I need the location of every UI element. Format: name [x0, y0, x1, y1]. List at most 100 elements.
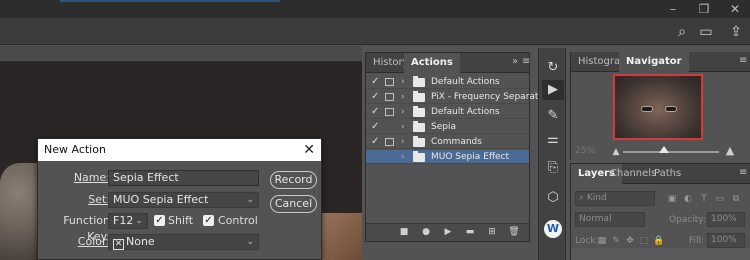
panel-menu-icon[interactable]: ≡	[522, 56, 530, 67]
close-icon[interactable]: ✕	[724, 2, 746, 16]
filter-adjustment-icon[interactable]: ◐	[683, 194, 693, 204]
dialog-toggle-icon[interactable]	[385, 93, 394, 101]
restore-icon[interactable]: ❐	[693, 2, 715, 16]
w-plugin-icon[interactable]: W	[544, 220, 562, 238]
folder-icon	[413, 106, 425, 117]
no-color-icon: ✕	[113, 239, 124, 250]
brush-settings-icon[interactable]: ✎	[542, 106, 564, 126]
share-icon[interactable]: ⇪	[727, 23, 745, 41]
action-set-row[interactable]: ✓ › Default Actions	[366, 75, 529, 89]
action-set-row[interactable]: › MUO Sepia Effect	[366, 150, 529, 164]
folder-icon	[413, 136, 425, 147]
color-select[interactable]: ✕ None ⌄	[108, 234, 259, 250]
search-icon[interactable]: ⌕	[673, 23, 691, 41]
toggle-item-check-icon[interactable]: ✓	[371, 105, 379, 119]
color-label: Color:	[77, 235, 110, 248]
thumbnail-eye-left	[641, 106, 653, 112]
action-set-name: Default Actions	[431, 107, 500, 117]
filter-smart-icon[interactable]: ⧉	[731, 194, 741, 204]
toggle-item-check-icon[interactable]: ✓	[371, 120, 379, 134]
control-checkbox[interactable]: ✓	[203, 215, 214, 226]
dialog-titlebar: New Action ✕	[38, 139, 321, 161]
panel-menu-icon[interactable]: ≡	[739, 167, 747, 178]
actions-footer: ■ ● ▶ ▬ ⊞ 🗑	[366, 223, 529, 241]
fill-input[interactable]: 100%	[707, 233, 745, 248]
action-set-row[interactable]: ✓ › Default Actions	[366, 105, 529, 119]
history-brush-icon[interactable]: ↻	[542, 58, 564, 78]
expand-chevron-icon[interactable]: ›	[401, 90, 405, 104]
folder-icon	[413, 76, 425, 87]
toggle-item-check-icon[interactable]: ✓	[371, 90, 379, 104]
opacity-input[interactable]: 100%	[707, 212, 745, 227]
navigator-thumbnail[interactable]	[613, 74, 703, 140]
expand-chevron-icon[interactable]: ›	[401, 150, 405, 164]
zoom-in-icon[interactable]: ▲	[725, 145, 735, 156]
filter-shape-icon[interactable]: ▭	[715, 194, 725, 204]
play-icon[interactable]: ▶	[542, 80, 564, 100]
clone-source-icon[interactable]: ⎘	[542, 158, 564, 178]
stop-icon[interactable]: ■	[398, 226, 410, 238]
blend-mode-select[interactable]: Normal	[575, 212, 645, 227]
toggle-item-check-icon[interactable]: ✓	[371, 135, 379, 149]
dialog-toggle-icon[interactable]	[385, 138, 394, 146]
lock-position-icon[interactable]: ✥	[625, 236, 635, 246]
collapse-icon[interactable]: »	[512, 56, 518, 67]
action-set-name: Sepia	[431, 122, 456, 132]
layer-row[interactable]	[571, 248, 750, 260]
record-icon[interactable]: ●	[420, 226, 432, 238]
new-set-icon[interactable]: ▬	[464, 226, 476, 238]
toggle-item-check-icon[interactable]: ✓	[371, 75, 379, 89]
folder-icon	[413, 121, 425, 132]
delete-icon[interactable]: 🗑	[508, 226, 520, 238]
panel-menu-icon[interactable]: ≡	[739, 55, 747, 66]
navigator-panel: Histogram Navigator ≡ 25% ▲ ▲	[570, 52, 750, 160]
dialog-close-icon[interactable]: ✕	[303, 139, 315, 161]
tab-actions[interactable]: Actions	[404, 53, 460, 73]
adjustments-icon[interactable]: ⚌	[542, 130, 564, 150]
filter-pixel-icon[interactable]: ▣	[667, 194, 677, 204]
lock-artboard-icon[interactable]: ⬚	[639, 236, 649, 246]
set-select-value: MUO Sepia Effect	[113, 193, 209, 206]
dialog-toggle-icon[interactable]	[385, 78, 394, 86]
folder-icon	[413, 151, 425, 162]
dialog-toggle-icon[interactable]	[385, 108, 394, 116]
zoom-slider-track[interactable]	[623, 151, 719, 153]
play-icon[interactable]: ▶	[442, 226, 454, 238]
tab-navigator[interactable]: Navigator	[619, 52, 689, 72]
expand-chevron-icon[interactable]: ›	[401, 135, 405, 149]
action-set-row[interactable]: ✓ › Commands	[366, 135, 529, 149]
zoom-out-icon[interactable]: ▲	[611, 147, 621, 157]
action-set-row[interactable]: ✓ › Sepia	[366, 120, 529, 134]
color-select-value: None	[126, 235, 155, 248]
shift-checkbox[interactable]: ✓	[154, 215, 165, 226]
layer-filter-select[interactable]: ⌕ Kind	[575, 191, 655, 206]
tab-paths[interactable]: Paths	[647, 164, 688, 184]
chevron-down-icon: ⌄	[246, 237, 254, 247]
expand-chevron-icon[interactable]: ›	[401, 105, 405, 119]
lock-transparent-icon[interactable]: ▦	[597, 236, 607, 246]
action-set-row[interactable]: ✓ › PiX - Frequency Separation	[366, 90, 552, 104]
cancel-button[interactable]: Cancel	[270, 195, 317, 213]
name-input[interactable]: Sepia Effect	[108, 170, 259, 186]
lock-image-icon[interactable]: ✎	[611, 236, 621, 246]
options-bar: ⌕ ▭ ⇪	[0, 18, 750, 45]
function-key-select[interactable]: F12 ⌄	[108, 213, 148, 229]
3d-icon[interactable]: ⬡	[542, 188, 564, 208]
set-select[interactable]: MUO Sepia Effect ⌄	[108, 192, 259, 208]
minimize-icon[interactable]: –	[662, 2, 684, 16]
filter-type-icon[interactable]: T	[699, 194, 709, 204]
record-button[interactable]: Record	[270, 171, 317, 189]
zoom-level[interactable]: 25%	[575, 146, 595, 156]
action-set-name: Default Actions	[431, 77, 500, 87]
expand-chevron-icon[interactable]: ›	[401, 120, 405, 134]
expand-chevron-icon[interactable]: ›	[401, 75, 405, 89]
chevron-down-icon: ⌄	[246, 195, 254, 205]
dialog-title: New Action	[44, 143, 106, 156]
lock-all-icon[interactable]: 🔒	[653, 236, 664, 246]
name-label: Name:	[73, 171, 110, 184]
new-action-icon[interactable]: ⊞	[486, 226, 498, 238]
workspace-icon[interactable]: ▭	[697, 23, 715, 41]
title-bar-accent	[60, 0, 280, 2]
zoom-slider-knob[interactable]	[659, 146, 669, 153]
set-label: Set:	[88, 193, 110, 206]
